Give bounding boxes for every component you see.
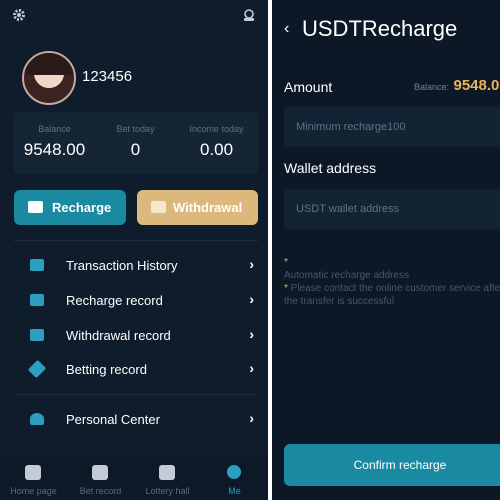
menu-item-label: Personal Center [66,412,160,427]
dice-icon [159,465,175,480]
balance-label: Balance: [414,82,450,92]
amount-field[interactable] [284,107,500,147]
note-line: Automatic recharge address [284,270,410,281]
back-icon[interactable]: ‹ [284,20,289,38]
customer-service-icon[interactable] [242,8,256,27]
home-icon [25,465,41,480]
gear-icon[interactable] [12,8,26,27]
menu-item-label: Withdrawal record [66,328,171,343]
stats-panel: Balance 9548.00 Bet today 0 Income today… [14,112,258,174]
divider [14,394,258,395]
recharge-button[interactable]: Recharge [14,190,126,225]
menu-item-label: Transaction History [66,258,178,273]
bet-record-icon [92,465,108,480]
usdt-recharge-screen: ‹ USDTRecharge Amount Balance: 9548.0 Wa… [272,0,500,500]
tab-bet-record[interactable]: Bet record [67,457,134,500]
user-icon [227,465,241,479]
recharge-notes: * Automatic recharge address * Please co… [284,256,500,308]
chevron-right-icon: › [249,360,254,376]
wallet-icon [30,329,44,341]
wallet-address-label: Wallet address [284,160,377,176]
card-icon [151,201,166,213]
withdrawal-button[interactable]: Withdrawal [137,190,258,225]
stat-value: 0 [130,140,141,159]
tab-me[interactable]: Me [201,457,268,500]
menu-item-label: Recharge record [66,293,163,308]
note-star: * [284,257,288,268]
note-text: Please contact the online customer servi… [284,283,500,307]
top-bar [12,8,256,28]
wallet-address-field[interactable] [284,189,500,229]
tab-label: Bet record [79,486,122,496]
user-edit-icon [30,413,44,425]
tab-home[interactable]: Home page [0,457,67,500]
avatar[interactable] [22,51,76,105]
stat-label: Income today [189,124,244,134]
menu-item-personal-center[interactable]: Personal Center › [14,405,258,435]
menu-item-label: Betting record [66,362,147,377]
chevron-right-icon: › [249,410,254,426]
recharge-button-label: Recharge [52,200,112,215]
balance-value: 9548.0 [453,77,500,94]
tab-label: Me [228,486,241,496]
chevron-right-icon: › [249,291,254,307]
wallet-address-input[interactable] [284,189,500,229]
amount-label: Amount [284,79,333,95]
stat-label: Bet today [116,124,155,134]
menu-item-transaction-history[interactable]: Transaction History › [14,251,258,281]
tab-label: Home page [10,486,57,496]
balance-display: Balance: 9548.0 [414,77,499,95]
wallet-icon [30,259,44,271]
withdrawal-button-label: Withdrawal [173,200,243,215]
menu-item-withdrawal-record[interactable]: Withdrawal record › [14,321,258,351]
username: 123456 [82,68,133,85]
stat-value: 0.00 [199,140,234,159]
page-title: USDTRecharge [302,16,458,41]
stat-label: Balance [38,124,71,134]
wallet-icon [30,294,44,306]
amount-input[interactable] [284,107,500,147]
profile-screen: 123456 Balance 9548.00 Bet today 0 Incom… [0,0,268,500]
menu-item-recharge-record[interactable]: Recharge record › [14,286,258,316]
wallet-icon [28,201,43,213]
gavel-icon [27,359,47,379]
confirm-recharge-button[interactable]: Confirm recharge [284,444,500,486]
divider [14,240,258,241]
bottom-tab-bar: Home page Bet record Lottery hall Me [0,457,268,500]
tab-lottery-hall[interactable]: Lottery hall [134,457,201,500]
chevron-right-icon: › [249,326,254,342]
chevron-right-icon: › [249,256,254,272]
note-line: * Please contact the online customer ser… [284,282,500,308]
tab-label: Lottery hall [145,486,190,496]
stat-value: 9548.00 [23,140,86,159]
menu-item-betting-record[interactable]: Betting record › [14,355,258,385]
